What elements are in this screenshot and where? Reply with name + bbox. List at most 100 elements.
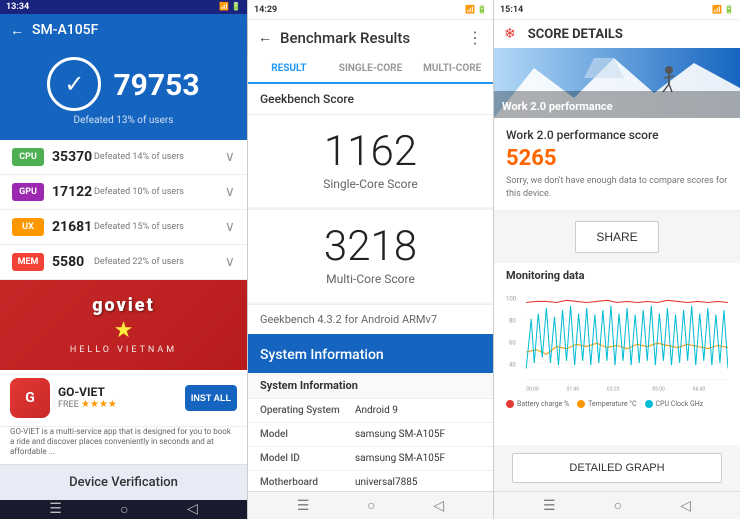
app-icon: G: [10, 378, 50, 418]
app-meta: FREE ★★★★: [58, 399, 185, 410]
score-details-title: SCORE DETAILS: [528, 27, 730, 42]
svg-text:00:00: 00:00: [526, 387, 539, 393]
share-button[interactable]: SHARE: [575, 221, 658, 253]
cpu-badge: CPU: [12, 148, 44, 166]
multi-core-block: 3218 Multi-Core Score: [248, 209, 493, 302]
nav3-menu-icon[interactable]: ☰: [543, 498, 556, 514]
status-icons-3: 📶 🔋: [712, 5, 734, 14]
status-time-3: 15:14: [500, 5, 523, 15]
score-area: ✓ 79753 Defeated 13% of users: [0, 47, 247, 140]
svg-text:60: 60: [509, 338, 516, 346]
ux-sub: Defeated 15% of users: [94, 222, 225, 232]
nav3-back-icon[interactable]: ◁: [680, 498, 691, 514]
status-bar-2: 14:29 📶 🔋: [248, 0, 493, 20]
status-icons-2: 📶 🔋: [465, 5, 487, 14]
legend-temperature: Temperature °C: [577, 400, 636, 408]
nav-bar-2: ☰ ○ ◁: [248, 491, 493, 519]
monitoring-section: Monitoring data 100 80 60 40 00:00 01:40…: [494, 263, 740, 445]
work-score-row: 5265: [506, 146, 728, 171]
multi-core-score: 3218: [260, 226, 481, 268]
tab-bar: RESULT SINGLE-CORE MULTI-CORE: [248, 55, 493, 84]
tab-result[interactable]: RESULT: [248, 55, 330, 84]
mem-sub: Defeated 22% of users: [94, 257, 225, 267]
mem-info: Defeated 22% of users: [94, 257, 225, 267]
device-verification-text: Device Verification: [10, 475, 237, 490]
sys-val-os: Android 9: [355, 405, 481, 416]
back-button-1[interactable]: ←: [10, 22, 24, 39]
sys-key-os: Operating System: [260, 405, 355, 416]
main-score: 79753: [113, 68, 199, 103]
metric-mem: MEM 5580 Defeated 22% of users ∨: [0, 245, 247, 280]
ux-expand-icon[interactable]: ∨: [225, 219, 235, 235]
sys-key-model: Model: [260, 429, 355, 440]
nav-menu-icon[interactable]: ☰: [49, 501, 62, 517]
detailed-graph-button[interactable]: DETAILED GRAPH: [512, 453, 721, 483]
mem-value: 5580: [52, 254, 94, 270]
pcmark-header: ❄ SCORE DETAILS: [494, 20, 740, 48]
cpu-expand-icon[interactable]: ∨: [225, 149, 235, 165]
hero-image: Work 2.0 performance: [494, 48, 740, 118]
sys-key-model-id: Model ID: [260, 453, 355, 464]
app-icon-letter: G: [25, 390, 35, 406]
temp-legend-label: Temperature °C: [588, 400, 636, 408]
sys-info-header: System Information: [248, 334, 493, 373]
sys-val-model: samsung SM-A105F: [355, 429, 481, 440]
goviet-star-icon: ★: [114, 318, 134, 343]
geekbench-panel: 14:29 📶 🔋 ← Benchmark Results ⋮ RESULT S…: [247, 0, 494, 519]
cpu-sub: Defeated 14% of users: [94, 152, 225, 162]
nav-back-icon[interactable]: ◁: [187, 501, 198, 517]
sys-key-motherboard: Motherboard: [260, 477, 355, 488]
gpu-value: 17122: [52, 184, 94, 200]
status-time-1: 13:34: [6, 2, 29, 12]
pcmark-panel: 15:14 📶 🔋 ❄ SCORE DETAILS Work: [494, 0, 740, 519]
sys-val-motherboard: universal7885: [355, 477, 481, 488]
status-icons-1: 📶 🔋: [219, 2, 241, 11]
cpu-info: Defeated 14% of users: [94, 152, 225, 162]
status-bar-1: 13:34 📶 🔋: [0, 0, 247, 14]
work-score-title: Work 2.0 performance score: [506, 128, 728, 142]
metrics-area: CPU 35370 Defeated 14% of users ∨ GPU 17…: [0, 140, 247, 500]
install-button[interactable]: INST ALL: [185, 385, 237, 411]
mem-expand-icon[interactable]: ∨: [225, 254, 235, 270]
cpu-clock-dot: [645, 400, 653, 408]
single-core-score: 1162: [260, 131, 481, 173]
nav2-menu-icon[interactable]: ☰: [297, 498, 310, 514]
svg-text:40: 40: [509, 360, 516, 368]
status-time-2: 14:29: [254, 5, 277, 15]
svg-text:03:20: 03:20: [607, 387, 620, 393]
nav-home-icon[interactable]: ○: [120, 501, 128, 518]
ux-badge: UX: [12, 218, 44, 236]
geekbench-version: Geekbench 4.3.2 for Android ARMv7: [248, 304, 493, 334]
temp-dot: [577, 400, 585, 408]
app-info: GO-VIET FREE ★★★★: [58, 385, 185, 410]
app-row: G GO-VIET FREE ★★★★ INST ALL: [0, 370, 247, 427]
device-verification-bar: Device Verification: [0, 464, 247, 500]
gpu-expand-icon[interactable]: ∨: [225, 184, 235, 200]
battery-legend-label: Battery charge %: [517, 400, 569, 408]
nav2-home-icon[interactable]: ○: [367, 497, 375, 514]
check-icon: ✓: [64, 70, 84, 98]
geekbench-score-label: Geekbench Score: [248, 84, 493, 115]
device-title: SM-A105F: [32, 22, 98, 38]
nav2-back-icon[interactable]: ◁: [433, 498, 444, 514]
battery-dot: [506, 400, 514, 408]
ad-banner: goviet ★ HELLO VIETNAM: [0, 280, 247, 370]
sys-info-table: System Information Operating System Andr…: [248, 373, 493, 491]
tab-single-core[interactable]: SINGLE-CORE: [330, 55, 412, 82]
gpu-badge: GPU: [12, 183, 44, 201]
status-bar-3: 15:14 📶 🔋: [494, 0, 740, 20]
sys-val-model-id: samsung SM-A105F: [355, 453, 481, 464]
sys-info-title: System Information: [260, 347, 384, 363]
nav3-home-icon[interactable]: ○: [614, 497, 622, 514]
cpu-value: 35370: [52, 149, 94, 165]
antutuu-header: ← SM-A105F: [0, 14, 247, 47]
cpu-clock-legend-label: CPU Clock GHz: [656, 400, 704, 408]
tab-multi-core[interactable]: MULTI-CORE: [411, 55, 493, 82]
nav-bar-1: ☰ ○ ◁: [0, 500, 247, 519]
svg-text:06:40: 06:40: [693, 387, 706, 393]
back-button-2[interactable]: ←: [258, 29, 272, 46]
more-options-icon[interactable]: ⋮: [467, 28, 483, 47]
geekbench-title: Benchmark Results: [280, 29, 459, 47]
hero-label: Work 2.0 performance: [502, 100, 613, 113]
hero-overlay: Work 2.0 performance: [494, 91, 740, 118]
